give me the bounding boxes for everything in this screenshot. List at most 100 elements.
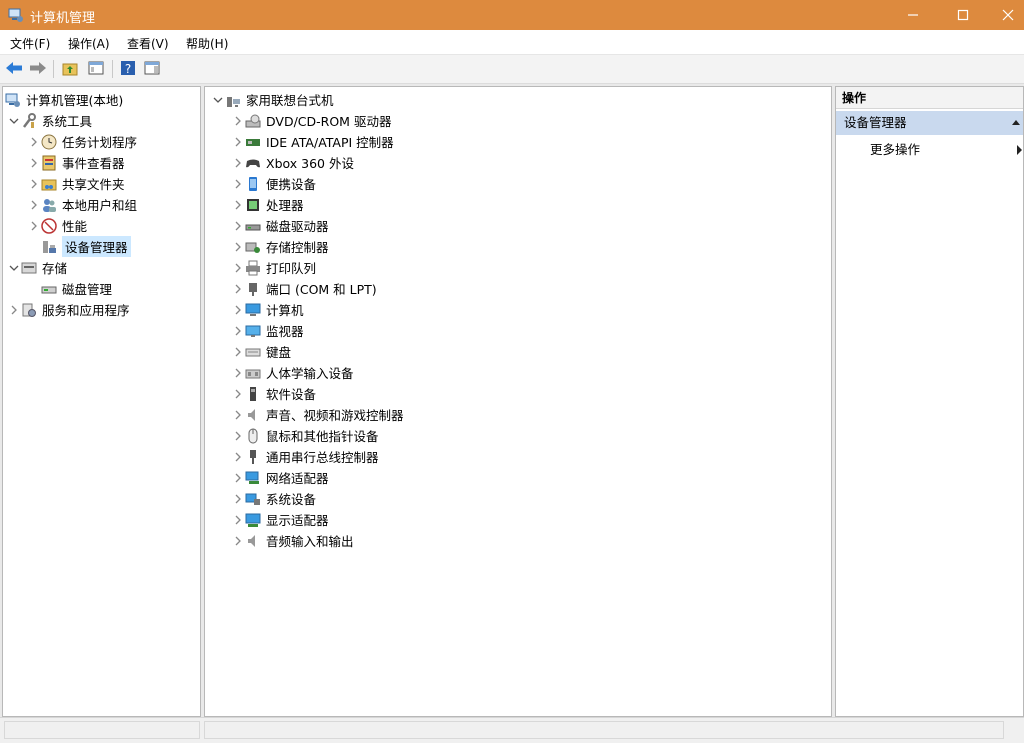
chevron-right-icon[interactable] <box>231 320 245 341</box>
chevron-right-icon[interactable] <box>231 509 245 530</box>
device-category[interactable]: 软件设备 <box>231 383 316 404</box>
device-category[interactable]: 声音、视频和游戏控制器 <box>231 404 404 425</box>
chevron-down-icon[interactable] <box>211 89 225 110</box>
tree-item-shared-folders[interactable]: 共享文件夹 <box>27 173 125 194</box>
back-button[interactable] <box>4 58 24 78</box>
forward-button[interactable] <box>28 58 48 78</box>
show-hide-action-pane-button[interactable] <box>142 58 162 78</box>
device-category[interactable]: 磁盘驱动器 <box>231 215 329 236</box>
menu-file[interactable]: 文件(F) <box>10 35 50 52</box>
tree-item-performance[interactable]: 性能 <box>27 215 87 236</box>
disk-drive-icon <box>245 218 261 234</box>
tree-item-disk-management[interactable]: 磁盘管理 <box>41 278 112 299</box>
title-bar: 计算机管理 <box>0 0 1024 30</box>
device-category[interactable]: 人体学输入设备 <box>231 362 354 383</box>
console-tree-pane: 计算机管理(本地) 系统工具 任务计划程序 事件查看器 共享文件夹 本地用户和组 <box>2 86 201 717</box>
chevron-right-icon[interactable] <box>27 152 41 173</box>
chevron-right-icon[interactable] <box>231 362 245 383</box>
tree-item-services[interactable]: 服务和应用程序 <box>7 299 130 320</box>
chevron-right-icon[interactable] <box>231 467 245 488</box>
device-category[interactable]: Xbox 360 外设 <box>231 152 354 173</box>
chevron-down-icon[interactable] <box>7 257 21 278</box>
close-button[interactable] <box>985 0 1024 30</box>
chevron-right-icon[interactable] <box>231 425 245 446</box>
up-level-button[interactable] <box>60 58 80 78</box>
device-category-label: 端口 (COM 和 LPT) <box>266 282 377 297</box>
chevron-right-icon[interactable] <box>231 488 245 509</box>
device-category[interactable]: 鼠标和其他指针设备 <box>231 425 379 446</box>
chevron-right-icon[interactable] <box>27 194 41 215</box>
device-category[interactable]: 存储控制器 <box>231 236 329 257</box>
tree-item-storage[interactable]: 存储 <box>7 257 67 278</box>
chevron-right-icon[interactable] <box>231 341 245 362</box>
device-category-label: 系统设备 <box>266 492 317 507</box>
menu-action[interactable]: 操作(A) <box>68 35 110 52</box>
device-category[interactable]: 打印队列 <box>231 257 316 278</box>
more-actions-item[interactable]: 更多操作 <box>836 139 1023 161</box>
chevron-right-icon[interactable] <box>231 152 245 173</box>
chevron-right-icon[interactable] <box>231 404 245 425</box>
chevron-right-icon[interactable] <box>231 530 245 551</box>
menu-view[interactable]: 查看(V) <box>127 35 169 52</box>
chevron-right-icon[interactable] <box>231 215 245 236</box>
hid-icon <box>245 365 261 381</box>
tree-item-label: 任务计划程序 <box>62 135 138 150</box>
device-category[interactable]: 便携设备 <box>231 173 316 194</box>
chevron-right-icon[interactable] <box>231 236 245 257</box>
chevron-right-icon[interactable] <box>231 383 245 404</box>
device-tree-root[interactable]: 家用联想台式机 <box>211 89 334 110</box>
tree-item-root[interactable]: 计算机管理(本地) <box>5 89 123 110</box>
help-button[interactable]: ? <box>118 58 138 78</box>
chevron-right-icon[interactable] <box>231 446 245 467</box>
tree-item-label: 本地用户和组 <box>62 198 138 213</box>
tree-item-label: 磁盘管理 <box>62 282 113 297</box>
device-category[interactable]: 监视器 <box>231 320 304 341</box>
device-category[interactable]: 通用串行总线控制器 <box>231 446 379 467</box>
show-hide-tree-button[interactable] <box>86 58 106 78</box>
chevron-right-icon[interactable] <box>231 110 245 131</box>
display-adapter-icon <box>245 512 261 528</box>
device-category-label: 鼠标和其他指针设备 <box>266 429 379 444</box>
chevron-right-icon[interactable] <box>231 131 245 152</box>
chevron-right-icon[interactable] <box>231 257 245 278</box>
device-category[interactable]: 系统设备 <box>231 488 316 509</box>
tree-item-label: 事件查看器 <box>62 156 125 171</box>
device-category[interactable]: DVD/CD-ROM 驱动器 <box>231 110 391 131</box>
chevron-right-icon[interactable] <box>27 215 41 236</box>
device-category-label: 软件设备 <box>266 387 317 402</box>
port-icon <box>245 281 261 297</box>
tree-item-event-viewer[interactable]: 事件查看器 <box>27 152 125 173</box>
chevron-right-icon[interactable] <box>231 194 245 215</box>
chevron-down-icon[interactable] <box>7 110 21 131</box>
device-category-label: 声音、视频和游戏控制器 <box>266 408 404 423</box>
chevron-right-icon[interactable] <box>7 299 21 320</box>
console-tree-icon <box>88 61 104 75</box>
dvd-drive-icon <box>245 113 261 129</box>
device-category[interactable]: 计算机 <box>231 299 304 320</box>
actions-section-device-manager[interactable]: 设备管理器 <box>836 111 1023 135</box>
tree-item-local-users[interactable]: 本地用户和组 <box>27 194 137 215</box>
device-category[interactable]: 端口 (COM 和 LPT) <box>231 278 377 299</box>
menu-help[interactable]: 帮助(H) <box>186 35 228 52</box>
minimize-button[interactable] <box>890 0 936 30</box>
device-category[interactable]: 网络适配器 <box>231 467 329 488</box>
chevron-right-icon[interactable] <box>27 173 41 194</box>
device-category[interactable]: IDE ATA/ATAPI 控制器 <box>231 131 394 152</box>
tools-icon <box>21 112 37 129</box>
toolbar-separator <box>112 60 113 78</box>
chevron-right-icon[interactable] <box>27 131 41 152</box>
maximize-button[interactable] <box>940 0 986 30</box>
tree-item-system-tools[interactable]: 系统工具 <box>7 110 92 131</box>
chevron-right-icon[interactable] <box>231 299 245 320</box>
portable-device-icon <box>245 176 261 192</box>
device-category-label: 磁盘驱动器 <box>266 219 329 234</box>
device-category[interactable]: 显示适配器 <box>231 509 329 530</box>
chevron-right-icon[interactable] <box>231 173 245 194</box>
tree-item-device-manager[interactable]: 设备管理器 <box>41 236 131 257</box>
shared-folder-icon <box>41 176 57 192</box>
tree-item-task-scheduler[interactable]: 任务计划程序 <box>27 131 137 152</box>
chevron-right-icon[interactable] <box>231 278 245 299</box>
device-category[interactable]: 键盘 <box>231 341 291 362</box>
device-category[interactable]: 处理器 <box>231 194 304 215</box>
device-category[interactable]: 音频输入和输出 <box>231 530 354 551</box>
